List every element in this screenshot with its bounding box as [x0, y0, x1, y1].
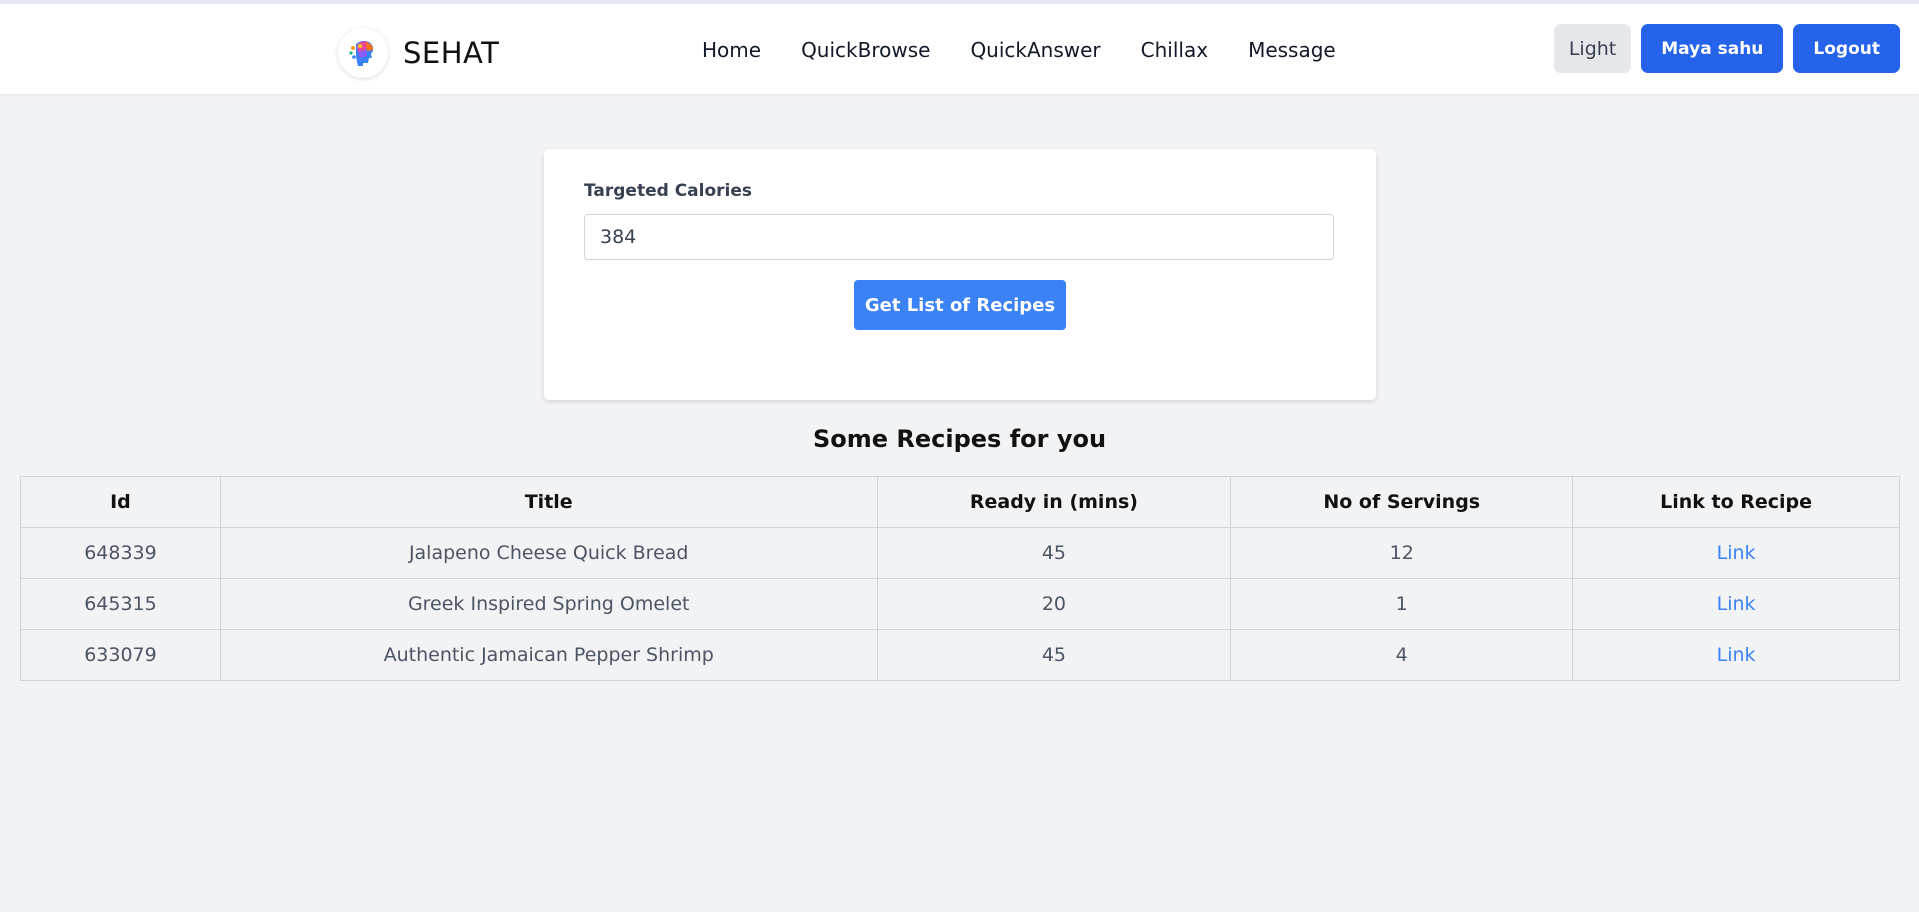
table-row: 648339 Jalapeno Cheese Quick Bread 45 12… — [20, 527, 1900, 579]
cell-id: 648339 — [20, 527, 221, 579]
nav-quickbrowse[interactable]: QuickBrowse — [801, 38, 930, 62]
recipe-link[interactable]: Link — [1717, 593, 1756, 615]
table-row: 633079 Authentic Jamaican Pepper Shrimp … — [20, 629, 1900, 681]
cell-title: Jalapeno Cheese Quick Bread — [219, 527, 878, 579]
main-nav: Home QuickBrowse QuickAnswer Chillax Mes… — [702, 38, 1336, 62]
targeted-calories-input[interactable] — [584, 214, 1334, 260]
cell-title: Authentic Jamaican Pepper Shrimp — [219, 629, 878, 681]
nav-message[interactable]: Message — [1248, 38, 1336, 62]
recipe-link[interactable]: Link — [1717, 542, 1756, 564]
column-header-servings: No of Servings — [1230, 476, 1574, 528]
theme-toggle-button[interactable]: Light — [1553, 24, 1632, 73]
column-header-title: Title — [219, 476, 878, 528]
cell-servings: 4 — [1230, 629, 1574, 681]
table-row: 645315 Greek Inspired Spring Omelet 20 1… — [20, 578, 1900, 630]
recipes-table: Id Title Ready in (mins) No of Servings … — [20, 476, 1900, 681]
cell-id: 633079 — [20, 629, 221, 681]
cell-link: Link — [1572, 527, 1900, 579]
column-header-ready: Ready in (mins) — [876, 476, 1232, 528]
recipe-link[interactable]: Link — [1717, 644, 1756, 666]
cell-ready: 20 — [876, 578, 1232, 630]
cell-link: Link — [1572, 629, 1900, 681]
cell-servings: 1 — [1230, 578, 1574, 630]
nav-chillax[interactable]: Chillax — [1141, 38, 1208, 62]
nav-home[interactable]: Home — [702, 38, 761, 62]
cell-servings: 12 — [1230, 527, 1574, 579]
brand-name: SEHAT — [403, 36, 500, 70]
targeted-calories-label: Targeted Calories — [584, 181, 753, 201]
cell-id: 645315 — [20, 578, 221, 630]
nav-actions: Light Maya sahu Logout — [1553, 24, 1900, 73]
get-recipes-button[interactable]: Get List of Recipes — [854, 280, 1066, 330]
column-header-id: Id — [20, 476, 221, 528]
navbar: SEHAT Home QuickBrowse QuickAnswer Chill… — [0, 4, 1919, 94]
cell-ready: 45 — [876, 527, 1232, 579]
cell-ready: 45 — [876, 629, 1232, 681]
cell-link: Link — [1572, 578, 1900, 630]
cell-title: Greek Inspired Spring Omelet — [219, 578, 878, 630]
calorie-form-card: Targeted Calories Get List of Recipes — [544, 149, 1376, 400]
table-header-row: Id Title Ready in (mins) No of Servings … — [20, 476, 1900, 528]
results-title: Some Recipes for you — [812, 425, 1107, 453]
logout-button[interactable]: Logout — [1793, 24, 1900, 73]
column-header-link: Link to Recipe — [1572, 476, 1900, 528]
nav-quickanswer[interactable]: QuickAnswer — [970, 38, 1100, 62]
user-profile-button[interactable]: Maya sahu — [1641, 24, 1784, 73]
colorful-head-logo-icon — [338, 28, 388, 78]
brand[interactable]: SEHAT — [338, 28, 499, 78]
